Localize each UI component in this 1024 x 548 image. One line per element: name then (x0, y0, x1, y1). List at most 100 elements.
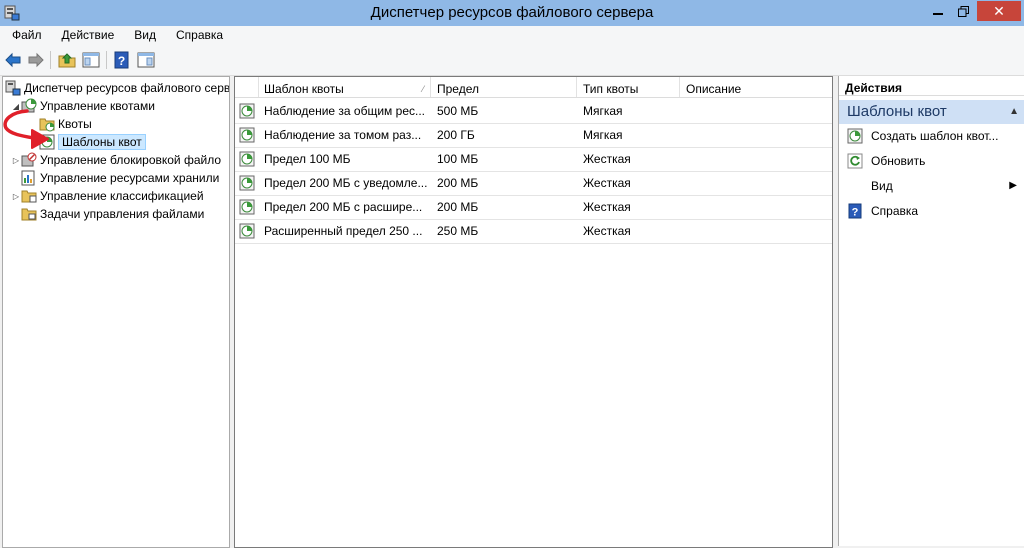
collapse-section-icon[interactable]: ▲ (1009, 100, 1019, 124)
svg-text:?: ? (118, 54, 125, 68)
actions-title: Действия (839, 76, 1024, 96)
cell-description (686, 147, 826, 171)
close-icon: ✕ (993, 2, 1005, 19)
actions-section-label: Шаблоны квот (847, 103, 947, 120)
show-hide-action-pane-icon[interactable] (137, 51, 155, 69)
menu-action[interactable]: Действие (50, 26, 123, 45)
quota-management-icon (21, 98, 37, 113)
quota-template-icon (239, 103, 255, 119)
expand-arrow-icon[interactable]: ▷ (11, 192, 21, 201)
tree-item-storage-reports[interactable]: Управление ресурсами хранили (21, 169, 219, 187)
icon-column-header[interactable] (235, 77, 259, 97)
create-template-icon (847, 128, 863, 144)
quota-template-icon (239, 151, 255, 167)
column-header-limit[interactable]: Предел (431, 77, 577, 97)
cell-quota-type: Жесткая (583, 176, 631, 190)
quota-template-icon (239, 175, 255, 191)
expand-arrow-icon[interactable]: ▷ (11, 156, 21, 165)
quota-templates-icon (39, 134, 55, 150)
title-bar: Диспетчер ресурсов файлового сервера ✕ (0, 0, 1024, 26)
collapse-arrow-icon[interactable]: ◢ (11, 102, 21, 111)
toolbar: ? (0, 45, 1024, 76)
back-icon[interactable] (4, 51, 22, 69)
submenu-arrow-icon: ▶ (1009, 180, 1017, 191)
cell-limit: 200 МБ (437, 176, 479, 190)
table-row[interactable]: Наблюдение за томом раз... 200 ГБ Мягкая (235, 123, 832, 148)
cell-description (686, 99, 826, 123)
create-quota-template-label: Создать шаблон квот... (871, 129, 999, 143)
tree-item-file-screening[interactable]: ▷ Управление блокировкой файло (11, 151, 221, 169)
menu-help[interactable]: Справка (164, 26, 231, 45)
minimize-button[interactable] (925, 1, 951, 21)
help-action[interactable]: ? Справка (839, 201, 1024, 221)
refresh-label: Обновить (871, 154, 926, 168)
cell-template-name: Наблюдение за томом раз... (264, 128, 422, 142)
column-header-description[interactable]: Описание (680, 77, 832, 97)
quota-template-icon (239, 223, 255, 239)
classification-icon (21, 190, 37, 203)
column-header-description-label: Описание (686, 82, 742, 96)
view-label: Вид (871, 179, 893, 193)
help-label: Справка (871, 204, 919, 218)
tree-item-classification[interactable]: ▷ Управление классификацией (11, 187, 204, 205)
tree-item-quotas-label: Квоты (58, 117, 92, 131)
column-header-type[interactable]: Тип квоты (577, 77, 680, 97)
column-header-limit-label: Предел (437, 82, 479, 96)
table-row[interactable]: Наблюдение за общим рес... 500 МБ Мягкая (235, 99, 832, 124)
menu-bar: Файл Действие Вид Справка (0, 26, 1024, 45)
actions-section-header[interactable]: Шаблоны квот ▲ (839, 100, 1024, 124)
navigation-tree: Диспетчер ресурсов файлового сервер ◢ Уп… (2, 76, 230, 548)
table-row[interactable]: Предел 100 МБ 100 МБ Жесткая (235, 147, 832, 172)
list-header: Шаблон квоты ⁄ Предел Тип квоты Описание (235, 77, 832, 98)
cell-template-name: Предел 200 МБ с расшире... (264, 200, 423, 214)
storage-reports-icon (21, 170, 35, 186)
tree-item-file-management[interactable]: Задачи управления файлами (21, 205, 204, 223)
tree-item-quota-management-label: Управление квотами (40, 99, 155, 113)
tree-root-label: Диспетчер ресурсов файлового сервер (24, 81, 230, 95)
tree-item-quotas[interactable]: Квоты (39, 115, 92, 133)
refresh-icon (847, 153, 863, 169)
table-row[interactable]: Предел 200 МБ с расшире... 200 МБ Жестка… (235, 195, 832, 220)
minimize-icon (933, 13, 943, 15)
sort-indicator-icon: ⁄ (422, 84, 424, 94)
refresh-action[interactable]: Обновить (839, 151, 1024, 171)
cell-limit: 100 МБ (437, 152, 479, 166)
show-hide-tree-icon[interactable] (82, 51, 100, 69)
tree-item-classification-label: Управление классификацией (40, 189, 204, 203)
menu-view[interactable]: Вид (122, 26, 164, 45)
restore-icon (958, 5, 969, 17)
tree-root[interactable]: Диспетчер ресурсов файлового сервер (5, 79, 230, 97)
menu-file[interactable]: Файл (0, 26, 50, 45)
forward-icon[interactable] (27, 51, 45, 69)
up-folder-icon[interactable] (58, 51, 76, 69)
cell-quota-type: Жесткая (583, 224, 631, 238)
create-quota-template-action[interactable]: Создать шаблон квот... (839, 126, 1024, 146)
tree-item-storage-reports-label: Управление ресурсами хранили (40, 171, 220, 185)
help-icon: ? (848, 203, 862, 219)
svg-text:?: ? (852, 207, 859, 219)
cell-quota-type: Мягкая (583, 104, 623, 118)
close-button[interactable]: ✕ (977, 1, 1021, 21)
tree-item-quota-management[interactable]: ◢ Управление квотами (11, 97, 155, 115)
cell-quota-type: Жесткая (583, 152, 631, 166)
tree-item-quota-templates[interactable]: Шаблоны квот (39, 133, 146, 151)
file-management-folder-icon (21, 208, 37, 221)
help-icon[interactable]: ? (113, 51, 131, 69)
quota-templates-list: Шаблон квоты ⁄ Предел Тип квоты Описание… (234, 76, 833, 548)
table-row[interactable]: Расширенный предел 250 ... 250 МБ Жестка… (235, 219, 832, 244)
cell-limit: 250 МБ (437, 224, 479, 238)
maximize-button[interactable] (951, 1, 976, 21)
view-action[interactable]: Вид ▶ (839, 176, 1024, 196)
column-header-template-label: Шаблон квоты (264, 82, 344, 96)
column-header-template[interactable]: Шаблон квоты ⁄ (259, 77, 431, 97)
file-screening-icon (21, 152, 37, 167)
cell-description (686, 219, 826, 243)
cell-description (686, 123, 826, 147)
quotas-folder-icon (39, 118, 55, 132)
cell-limit: 200 МБ (437, 200, 479, 214)
tree-item-quota-templates-label: Шаблоны квот (58, 134, 146, 150)
quota-template-icon (239, 127, 255, 143)
file-server-icon (5, 80, 21, 96)
cell-limit: 500 МБ (437, 104, 479, 118)
table-row[interactable]: Предел 200 МБ с уведомле... 200 МБ Жестк… (235, 171, 832, 196)
